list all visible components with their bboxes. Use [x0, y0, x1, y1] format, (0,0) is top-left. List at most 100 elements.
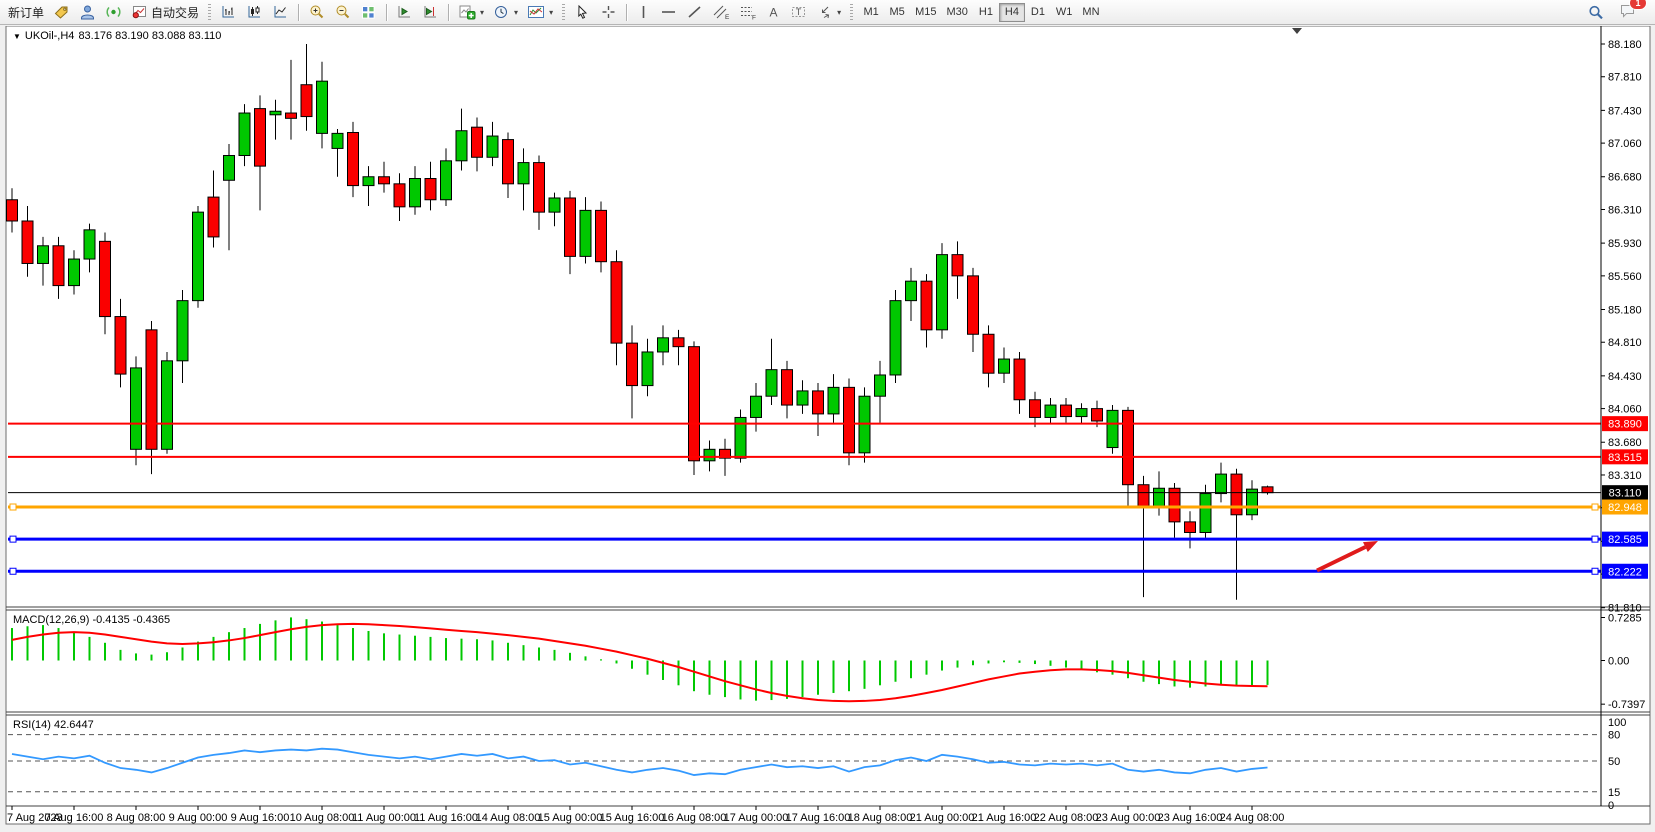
- search-button[interactable]: [1583, 2, 1609, 23]
- auto-trading-button[interactable]: 自动交易: [127, 2, 203, 23]
- price-tick-label: 85.930: [1608, 238, 1642, 250]
- auto-scroll-button[interactable]: [392, 2, 417, 23]
- timeframe-button-H1[interactable]: H1: [973, 3, 999, 22]
- trendline-icon: [686, 4, 703, 20]
- vertical-line-button[interactable]: [632, 2, 655, 23]
- time-tick-label: 23 Aug 00:00: [1096, 812, 1161, 824]
- auto-scroll-icon: [396, 4, 413, 20]
- line-chart-icon: [272, 4, 289, 20]
- price-tick-label: 85.560: [1608, 271, 1642, 283]
- time-tick-label: 10 Aug 08:00: [290, 812, 355, 824]
- broadcast-icon: [105, 4, 122, 20]
- candlestick-chart-button[interactable]: [242, 2, 267, 23]
- candle-down: [301, 85, 312, 117]
- timeframe-button-M5[interactable]: M5: [884, 3, 910, 22]
- period-button[interactable]: ▾: [489, 2, 522, 23]
- candle-up: [751, 396, 762, 417]
- price-tick-label: 83.680: [1608, 437, 1642, 449]
- timeframe-button-D1[interactable]: D1: [1025, 3, 1051, 22]
- toolbar: 新订单 自动交易: [0, 0, 1655, 25]
- candle-down: [1262, 487, 1273, 493]
- new-order-button[interactable]: 新订单: [4, 2, 48, 23]
- candle-down: [952, 255, 963, 276]
- price-tick-label: 88.180: [1608, 39, 1642, 51]
- horizontal-line-icon: [660, 4, 677, 20]
- arrows-button[interactable]: ▾: [812, 2, 845, 23]
- fibonacci-button[interactable]: F: [735, 2, 761, 23]
- candle-up: [441, 161, 452, 200]
- price-tick-label: 87.810: [1608, 72, 1642, 84]
- candle-down: [627, 343, 638, 385]
- candlestick-icon: [246, 4, 263, 20]
- tile-windows-button[interactable]: [356, 2, 381, 23]
- candle-down: [208, 197, 219, 237]
- candle-up: [332, 133, 343, 148]
- timeframe-group: M1M5M15M30H1H4D1W1MN: [858, 2, 1104, 22]
- macd-indicator-label: MACD(12,26,9) -0.4135 -0.4365: [13, 614, 170, 626]
- candle-up: [193, 212, 204, 300]
- trendline-button[interactable]: [682, 2, 707, 23]
- signal-button[interactable]: [101, 2, 126, 23]
- candle-up: [875, 375, 886, 396]
- time-tick-label: 21 Aug 16:00: [972, 812, 1037, 824]
- candle-down: [983, 334, 994, 373]
- profile-button[interactable]: [75, 2, 100, 23]
- candle-up: [642, 352, 653, 386]
- toolbar-grip: [850, 4, 853, 21]
- timeframe-button-M15[interactable]: M15: [910, 3, 941, 22]
- price-tick-label: 86.310: [1608, 204, 1642, 216]
- hline-handle[interactable]: [10, 504, 16, 510]
- crosshair-button[interactable]: [596, 2, 621, 23]
- symbol-dropdown-icon[interactable]: ▼: [13, 32, 21, 41]
- candle-up: [1200, 494, 1211, 533]
- candle-down: [146, 330, 157, 449]
- candle-up: [549, 198, 560, 212]
- text-label-button[interactable]: T: [786, 2, 811, 23]
- candle-up: [797, 391, 808, 405]
- zoom-out-button[interactable]: [330, 2, 355, 23]
- chevron-down-icon: ▾: [514, 8, 518, 17]
- line-chart-button[interactable]: [268, 2, 293, 23]
- equidistant-channel-button[interactable]: E: [708, 2, 734, 23]
- chart-shift-icon: [422, 4, 439, 20]
- chevron-down-icon: ▾: [837, 8, 841, 17]
- timeframe-button-M30[interactable]: M30: [942, 3, 973, 22]
- candle-up: [224, 156, 235, 181]
- cursor-button[interactable]: [570, 2, 595, 23]
- candle-down: [1138, 485, 1149, 506]
- hline-handle[interactable]: [10, 536, 16, 542]
- bar-chart-button[interactable]: [216, 2, 241, 23]
- price-tick-label: 86.680: [1608, 172, 1642, 184]
- svg-text:F: F: [752, 15, 756, 21]
- candle-up: [69, 259, 80, 286]
- toolbar-grip: [208, 4, 211, 21]
- timeframe-button-M1[interactable]: M1: [858, 3, 884, 22]
- hline-handle[interactable]: [1592, 504, 1598, 510]
- chart-shift-button[interactable]: [418, 2, 443, 23]
- timeframe-button-MN[interactable]: MN: [1077, 3, 1104, 22]
- price-tick-label: 84.810: [1608, 337, 1642, 349]
- timeframe-button-W1[interactable]: W1: [1051, 3, 1078, 22]
- candle-up: [1154, 488, 1165, 506]
- new-chart-button[interactable]: ▾: [454, 2, 488, 23]
- price-tag-icon[interactable]: [49, 2, 74, 23]
- hline-handle[interactable]: [1592, 568, 1598, 574]
- notification-count-badge: 1: [1629, 0, 1647, 10]
- hline-handle[interactable]: [1592, 536, 1598, 542]
- horizontal-line-button[interactable]: [656, 2, 681, 23]
- candle-down: [1014, 359, 1025, 400]
- toolbar-right-group: 1: [1583, 0, 1641, 24]
- hline-handle[interactable]: [10, 568, 16, 574]
- candle-up: [363, 177, 374, 186]
- candle-down: [689, 347, 700, 461]
- timeframe-button-H4[interactable]: H4: [999, 3, 1025, 22]
- zoom-in-button[interactable]: [304, 2, 329, 23]
- candle-down: [1231, 474, 1242, 515]
- indicators-button[interactable]: ▾: [523, 2, 557, 23]
- text-button[interactable]: A: [762, 2, 785, 23]
- candle-down: [255, 109, 266, 167]
- candle-down: [100, 241, 111, 316]
- svg-text:T: T: [796, 7, 802, 17]
- cursor-icon: [574, 4, 591, 20]
- candle-up: [487, 136, 498, 157]
